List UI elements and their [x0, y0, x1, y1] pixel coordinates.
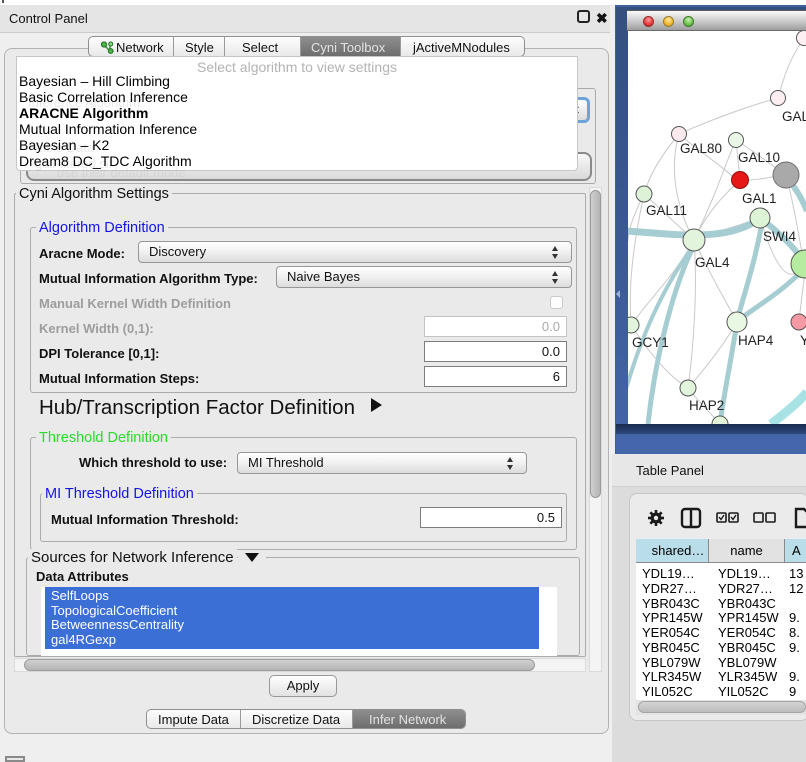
svg-text:GAL11: GAL11 [646, 203, 687, 218]
svg-text:GAL1: GAL1 [742, 191, 777, 206]
svg-text:GAL: GAL [782, 109, 806, 124]
svg-text:GCY1: GCY1 [632, 335, 669, 350]
svg-text:SWI4: SWI4 [763, 229, 796, 244]
svg-text:Y: Y [800, 333, 806, 348]
svg-text:HAP2: HAP2 [689, 398, 724, 413]
svg-text:GAL80: GAL80 [680, 141, 722, 156]
svg-text:GAL10: GAL10 [738, 150, 780, 165]
svg-text:GAL4: GAL4 [695, 255, 730, 270]
svg-text:HAP4: HAP4 [738, 333, 774, 348]
